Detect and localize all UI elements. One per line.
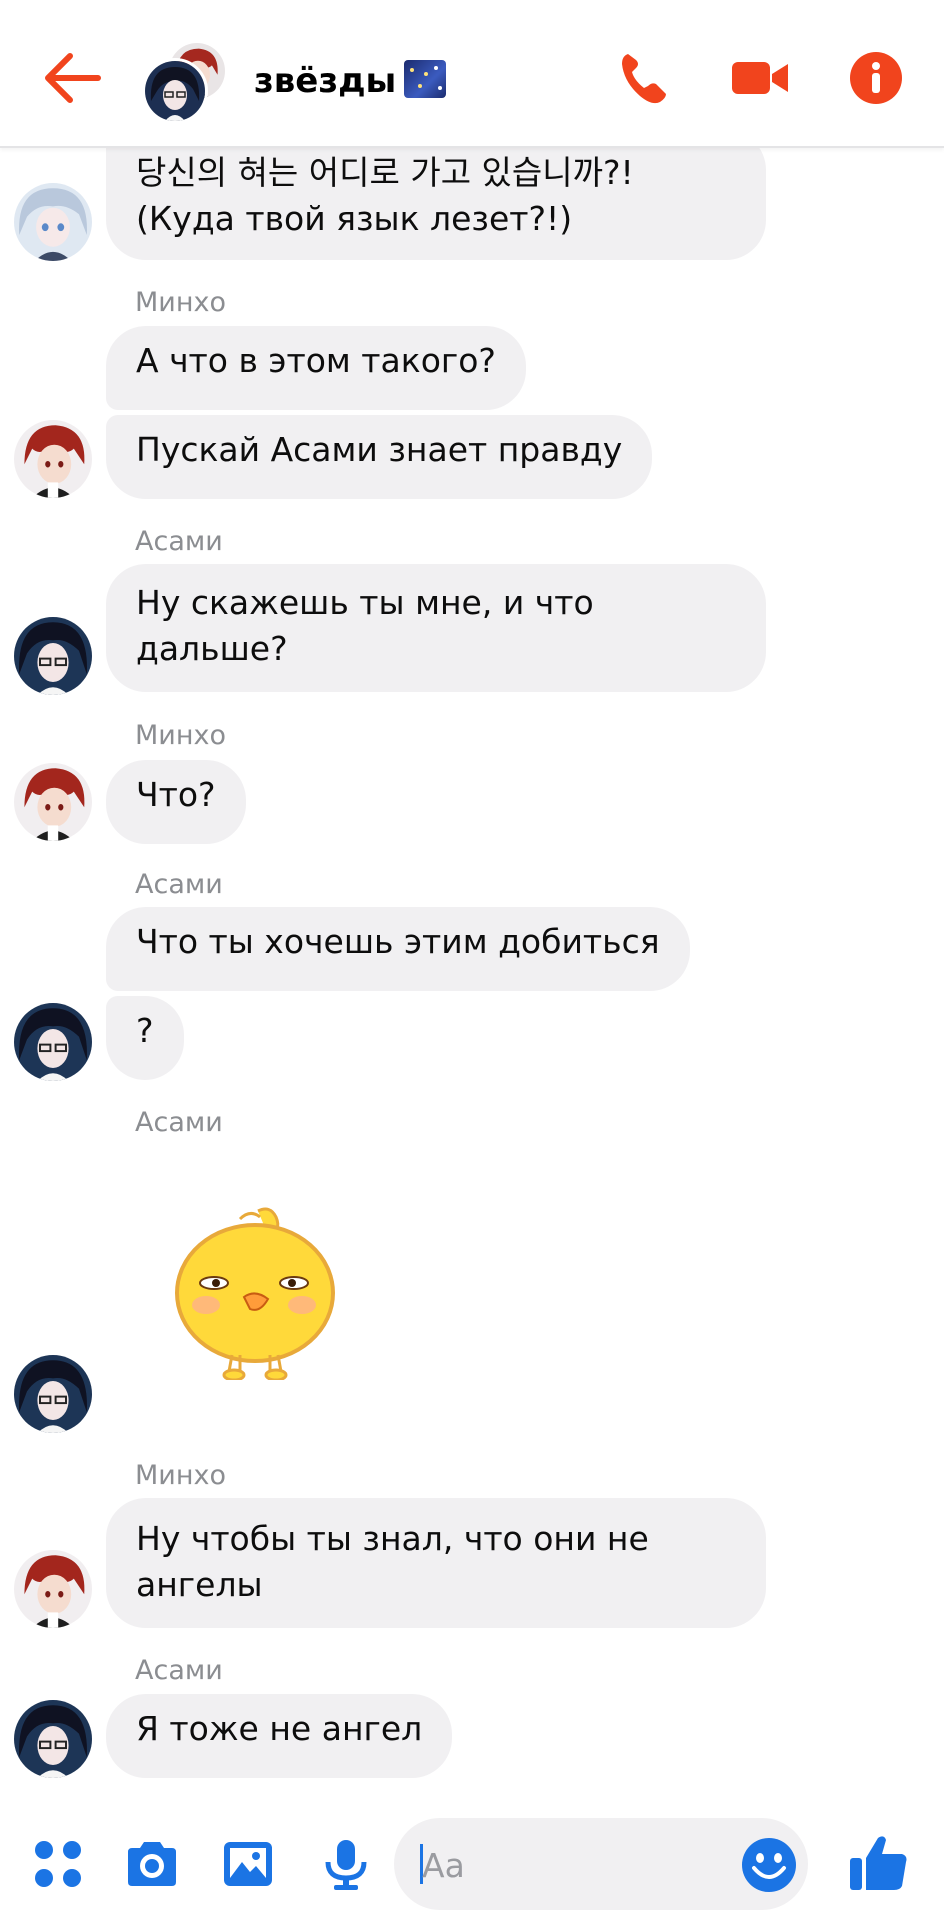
sender-avatar-asami[interactable]: [14, 617, 92, 695]
sender-avatar-minho[interactable]: [14, 420, 92, 498]
message-text: А что в этом такого?: [136, 341, 496, 380]
sender-name: Асами: [135, 1655, 223, 1686]
sender-name: Минхо: [135, 720, 226, 751]
phone-icon: [622, 54, 666, 104]
message-bubble[interactable]: Пускай Асами знает правду: [106, 415, 653, 499]
message-bubble[interactable]: Ну скажешь ты мне, и что дальше?: [106, 564, 766, 692]
message-bubble[interactable]: А что в этом такого?: [106, 326, 526, 410]
group-avatar[interactable]: [142, 40, 228, 124]
video-call-button[interactable]: [730, 48, 790, 108]
sender-avatar-asami[interactable]: [14, 1003, 92, 1081]
sender-avatar[interactable]: [14, 183, 92, 261]
message-bubble[interactable]: Что?: [106, 760, 246, 844]
message-bubble[interactable]: Ну чтобы ты знал, что они не ангелы: [106, 1498, 766, 1628]
audio-call-button[interactable]: [614, 48, 674, 108]
member-avatar-asami: [142, 58, 208, 124]
conversation-title-text: звёзды: [254, 61, 397, 101]
conversation-info-button[interactable]: [846, 48, 906, 108]
sender-avatar-asami[interactable]: [14, 1700, 92, 1778]
message-text: ангелы: [136, 1565, 263, 1604]
message-input[interactable]: [420, 1836, 724, 1894]
back-arrow-icon[interactable]: [40, 50, 104, 106]
message-bubble[interactable]: ?: [106, 996, 184, 1080]
yellow-chick-sticker[interactable]: [170, 1205, 340, 1382]
sender-name: Асами: [135, 869, 223, 900]
message-text: Пускай Асами знает правду: [136, 430, 623, 469]
thumbs-up-icon[interactable]: [848, 1832, 910, 1894]
info-icon: [850, 52, 902, 104]
message-text: Что ты хочешь этим добиться: [136, 922, 660, 961]
sender-name: Асами: [135, 526, 223, 557]
message-text: дальше?: [136, 629, 288, 668]
message-text: Ну чтобы ты знал, что они не: [136, 1519, 649, 1558]
sender-avatar-minho[interactable]: [14, 763, 92, 841]
message-text: Я тоже не ангел: [136, 1709, 423, 1748]
sender-name: Асами: [135, 1107, 223, 1138]
sender-name: Минхо: [135, 1460, 226, 1491]
message-bubble[interactable]: Я тоже не ангел: [106, 1694, 453, 1778]
message-text: ?: [136, 1011, 154, 1050]
message-bubble[interactable]: Что ты хочешь этим добиться: [106, 907, 690, 991]
sender-avatar-asami[interactable]: [14, 1355, 92, 1433]
message-bubble[interactable]: 당신의 혀는 어디로 가고 있습니까?! (Куда твой язык лез…: [106, 130, 766, 260]
camera-icon[interactable]: [124, 1836, 180, 1892]
message-text: Ну скажешь ты мне, и что: [136, 583, 594, 622]
more-apps-icon[interactable]: [30, 1836, 86, 1892]
sender-avatar-minho[interactable]: [14, 1550, 92, 1628]
conversation-title[interactable]: звёзды: [254, 60, 447, 101]
sender-name: Минхо: [135, 287, 226, 318]
message-text: (Куда твой язык лезет?!): [136, 199, 573, 238]
video-camera-icon: [732, 62, 788, 94]
gallery-icon[interactable]: [220, 1836, 276, 1892]
message-list: 당신의 혀는 어디로 가고 있습니까?! (Куда твой язык лез…: [0, 0, 944, 1800]
emoji-icon[interactable]: [740, 1836, 798, 1894]
night-sky-emoji-icon: [404, 60, 447, 98]
microphone-icon[interactable]: [318, 1836, 374, 1892]
message-text: 당신의 혀는 어디로 가고 있습니까?!: [136, 153, 634, 192]
message-text: Что?: [136, 775, 216, 814]
conversation-header: звёзды: [0, 0, 944, 148]
